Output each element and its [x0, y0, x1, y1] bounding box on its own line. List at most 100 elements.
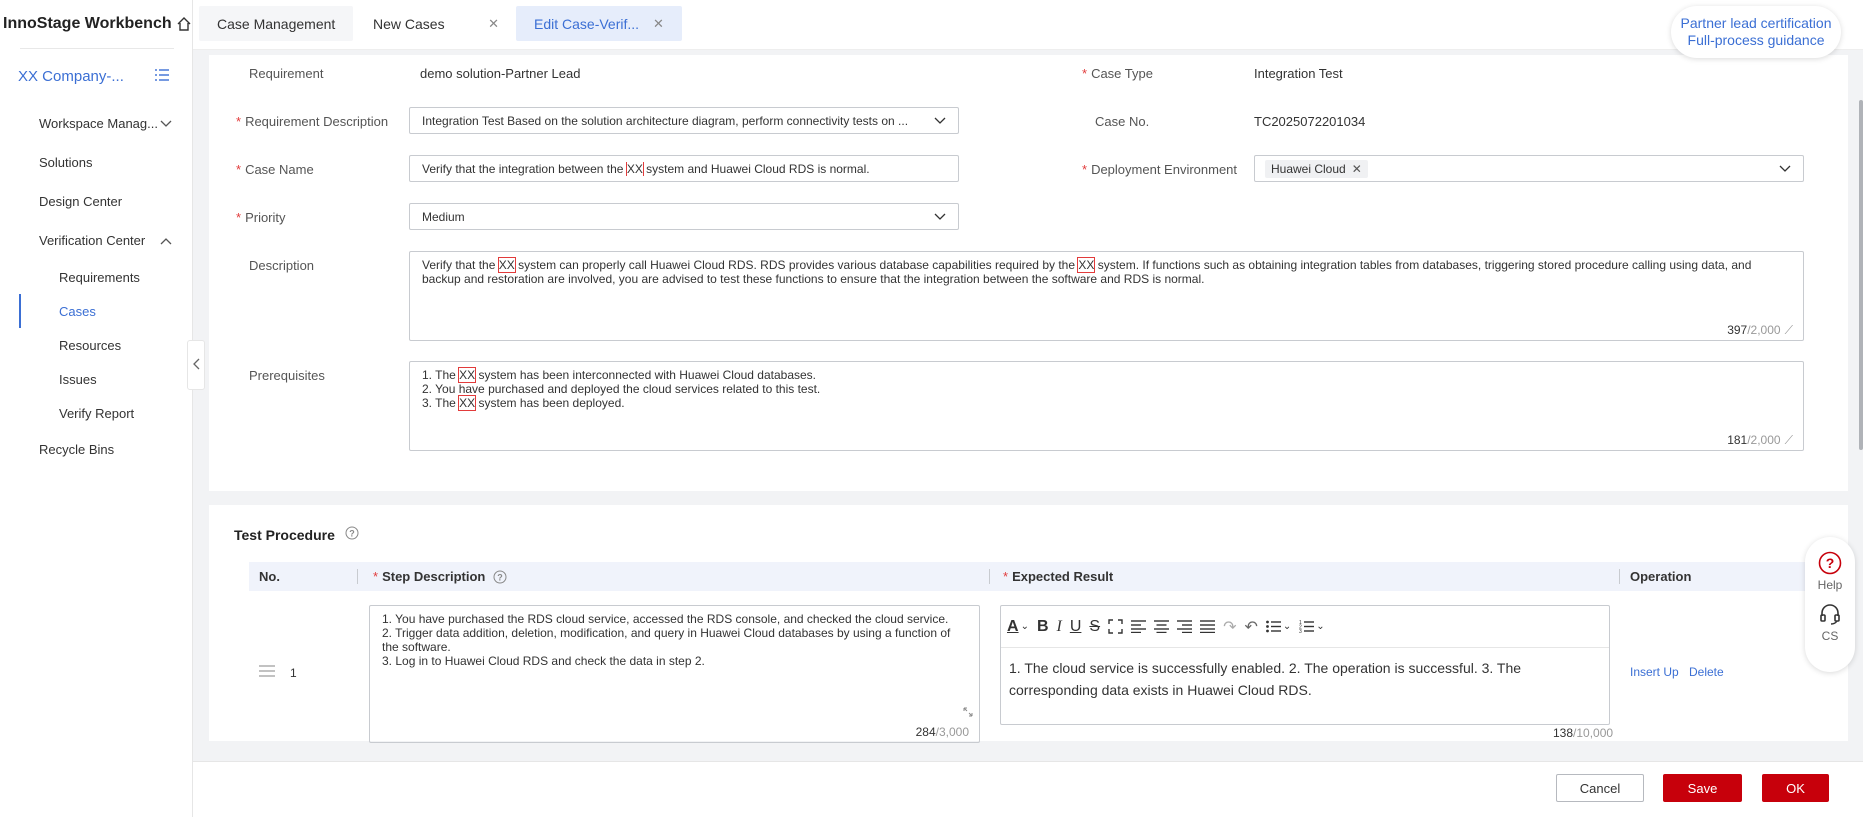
headset-icon: [1818, 602, 1842, 629]
tab-label: Case Management: [217, 15, 336, 32]
expand-icon[interactable]: [963, 706, 973, 720]
deployment-environment-select[interactable]: Huawei Cloud ✕: [1254, 155, 1804, 182]
step-char-counter: 284/3,000: [916, 725, 969, 739]
col-label: Expected Result: [1012, 569, 1114, 584]
sidebar-collapse-handle[interactable]: [187, 340, 205, 390]
svg-text:?: ?: [1826, 555, 1835, 571]
requirement-description-label: * Requirement Description: [236, 114, 389, 129]
expected-result-editor[interactable]: A ⌄ B I U S ↷ ↶ ⌄ 1 2 3 ⌄ 1. The cloud servi…: [1000, 605, 1610, 725]
text-part: Verify that the: [422, 258, 499, 272]
sidebar-item-solutions[interactable]: Solutions: [0, 143, 192, 182]
priority-select[interactable]: Medium: [409, 203, 959, 230]
deployment-environment-label: * Deployment Environment: [1082, 162, 1238, 177]
cancel-button[interactable]: Cancel: [1556, 774, 1644, 802]
step-line-2: 2. Trigger data addition, deletion, modi…: [382, 626, 951, 654]
page-scrollbar[interactable]: [1859, 100, 1863, 450]
underline-icon[interactable]: U: [1070, 618, 1082, 636]
help-icon[interactable]: ?: [345, 526, 359, 543]
test-procedure-card: Test Procedure ? No. * Step Description? …: [209, 505, 1848, 743]
editor-toolbar: A ⌄ B I U S ↷ ↶ ⌄ 1 2 3 ⌄: [1001, 606, 1609, 648]
close-icon[interactable]: ✕: [1352, 162, 1362, 176]
sidebar-subitem-cases[interactable]: Cases: [0, 294, 192, 328]
align-left-icon[interactable]: [1131, 620, 1147, 633]
description-textarea[interactable]: Verify that the XX system can properly c…: [409, 251, 1804, 341]
step-line-1: 1. You have purchased the RDS cloud serv…: [382, 612, 949, 626]
align-center-icon[interactable]: [1154, 620, 1170, 633]
fullscreen-icon[interactable]: [1108, 619, 1123, 634]
requirement-description-select[interactable]: Integration Test Based on the solution a…: [409, 107, 959, 134]
max-count: /10,000: [1573, 726, 1614, 740]
col-expected-result: * Expected Result: [1003, 569, 1114, 584]
sidebar-subitem-label: Cases: [59, 303, 96, 319]
label-text: Case Type: [1091, 66, 1153, 81]
tab-new-cases[interactable]: New Cases ✕: [355, 6, 509, 41]
label-text: Priority: [245, 210, 286, 225]
bullet-list-icon[interactable]: ⌄: [1265, 620, 1291, 633]
sidebar-subitem-issues[interactable]: Issues: [0, 362, 192, 396]
select-value: Integration Test Based on the solution a…: [422, 113, 909, 128]
sidebar-subitem-label: Resources: [59, 337, 122, 353]
case-form-card: Requirement demo solution-Partner Lead *…: [209, 55, 1848, 491]
italic-icon[interactable]: I: [1057, 618, 1062, 636]
help-icon: ?: [1818, 551, 1842, 578]
case-no-label: Case No.: [1095, 114, 1150, 129]
highlighted-text: XX: [625, 161, 644, 176]
close-icon[interactable]: ✕: [653, 16, 664, 32]
col-divider: [1619, 569, 1620, 584]
sidebar-subitem-verify-report[interactable]: Verify Report: [0, 396, 192, 430]
help-icon[interactable]: ?: [493, 570, 507, 584]
cs-label: CS: [1821, 629, 1839, 643]
floating-help-panel: ? Help CS: [1805, 537, 1855, 672]
tab-case-management[interactable]: Case Management: [199, 6, 354, 41]
close-icon[interactable]: ✕: [488, 16, 499, 32]
tag-label: Huawei Cloud: [1271, 161, 1346, 176]
save-button[interactable]: Save: [1663, 774, 1742, 802]
chevron-down-icon: [934, 213, 946, 221]
sidebar-subitem-requirements[interactable]: Requirements: [0, 260, 192, 294]
strikethrough-icon[interactable]: S: [1089, 618, 1100, 636]
font-color-icon[interactable]: A ⌄: [1007, 618, 1029, 636]
redo-icon[interactable]: ↷: [1223, 617, 1236, 637]
case-no-value: TC2025072201034: [1254, 114, 1366, 129]
list-icon[interactable]: [154, 68, 170, 86]
tab-edit-case[interactable]: Edit Case-Verif... ✕: [516, 6, 682, 41]
partner-guidance-badge[interactable]: Partner lead certification Full-process …: [1671, 6, 1841, 58]
sidebar-item-recycle-bins[interactable]: Recycle Bins: [0, 430, 192, 469]
home-icon[interactable]: [176, 16, 192, 32]
help-button[interactable]: ? Help: [1805, 537, 1855, 592]
align-justify-icon[interactable]: [1200, 620, 1216, 633]
col-no: No.: [259, 569, 280, 584]
description-label: Description: [249, 258, 315, 273]
svg-text:?: ?: [349, 529, 355, 539]
chevron-up-icon: [160, 233, 172, 248]
delete-link[interactable]: Delete: [1689, 665, 1724, 679]
sidebar-item-design-center[interactable]: Design Center: [0, 182, 192, 221]
bold-icon[interactable]: B: [1037, 618, 1049, 636]
label-text: Requirement: [249, 66, 324, 81]
ok-button[interactable]: OK: [1762, 774, 1829, 802]
prerequisites-textarea[interactable]: 1. The XX system has been interconnected…: [409, 361, 1804, 451]
align-right-icon[interactable]: [1177, 620, 1193, 633]
step-description-textarea[interactable]: 1. You have purchased the RDS cloud serv…: [369, 605, 980, 743]
max-count: /3,000: [935, 725, 969, 739]
select-value: Medium: [422, 209, 465, 224]
resize-icon[interactable]: ⟋: [1785, 323, 1793, 337]
sidebar-item-verification-center[interactable]: Verification Center: [0, 221, 192, 260]
chevron-left-icon: [192, 358, 200, 373]
company-name: XX Company-...: [18, 68, 124, 85]
customer-service-button[interactable]: CS: [1805, 592, 1855, 643]
sidebar-item-workspace[interactable]: Workspace Manag...: [0, 104, 192, 143]
sidebar-subitem-resources[interactable]: Resources: [0, 328, 192, 362]
numbered-list-icon[interactable]: 1 2 3 ⌄: [1299, 620, 1324, 633]
case-name-input[interactable]: Verify that the integration between the …: [409, 155, 959, 182]
undo-icon[interactable]: ↶: [1244, 617, 1257, 637]
count: 397: [1727, 323, 1748, 337]
col-step-description: * Step Description?: [373, 569, 507, 584]
company-selector[interactable]: XX Company-...: [0, 49, 192, 104]
insert-up-link[interactable]: Insert Up: [1630, 665, 1679, 679]
partner-line-2: Full-process guidance: [1687, 32, 1825, 48]
drag-handle-icon[interactable]: [259, 665, 275, 680]
tag-huawei-cloud: Huawei Cloud ✕: [1265, 159, 1368, 178]
prerequisites-label: Prerequisites: [249, 368, 325, 383]
resize-icon[interactable]: ⟋: [1785, 433, 1793, 447]
